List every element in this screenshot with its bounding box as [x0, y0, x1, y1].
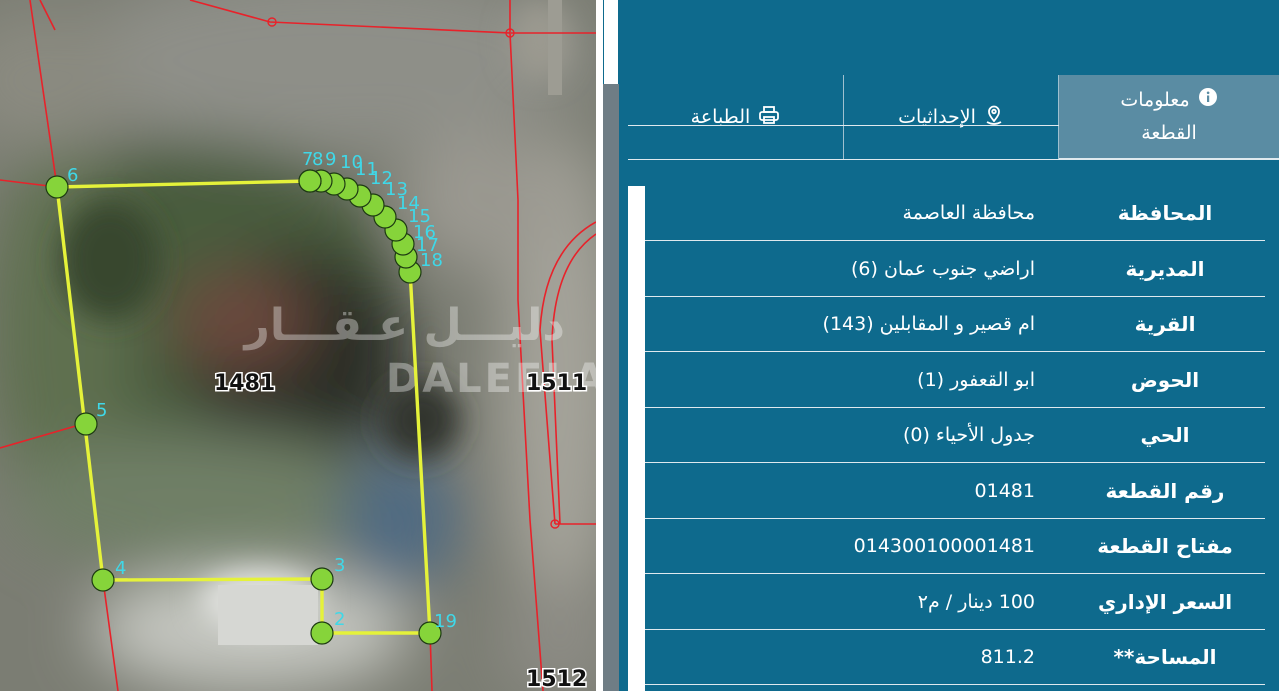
- detail-row: الحوض ابو القعفور (1): [645, 353, 1265, 408]
- tabs-bottom-line: [628, 159, 1279, 160]
- detail-value: ام قصير و المقابلين (143): [822, 313, 1035, 335]
- vertex-label: 2: [334, 609, 345, 630]
- vertex-marker[interactable]: [310, 621, 334, 645]
- detail-row: القرية ام قصير و المقابلين (143): [645, 297, 1265, 352]
- detail-key: المحافظة: [1117, 201, 1213, 225]
- detail-value: جدول الأحياء (0): [902, 424, 1035, 446]
- vertex-label: 7: [302, 149, 313, 170]
- vertex-label: 6: [67, 165, 78, 186]
- vertex-marker[interactable]: [91, 568, 115, 592]
- detail-value: 811.2: [980, 646, 1035, 668]
- detail-key: المساحة**: [1113, 645, 1217, 669]
- svg-text:دليـــل عـقـــار: دليـــل عـقـــار: [242, 300, 565, 351]
- map-panel-divider: [596, 0, 603, 691]
- tab-line-coords: [843, 125, 1059, 126]
- outer-scrollbar-track[interactable]: [603, 84, 619, 691]
- parcel-1481-label: 1481: [214, 371, 275, 396]
- parcel-1511-label: 1511: [526, 371, 587, 396]
- outer-scrollbar-thumb[interactable]: [604, 0, 618, 84]
- detail-value: 01481: [974, 479, 1035, 502]
- detail-row: المديرية اراضي جنوب عمان (6): [645, 242, 1265, 297]
- tab-parcel-info[interactable]: معلومات القطعة: [1059, 75, 1279, 159]
- parcel-1512-label: 1512: [526, 667, 587, 691]
- wall-strip: [548, 0, 562, 95]
- detail-key: الحي: [1140, 423, 1190, 447]
- detail-value: 100 دينار / م٢: [917, 590, 1035, 613]
- detail-row: رقم القطعة 01481: [645, 464, 1265, 519]
- detail-value: اراضي جنوب عمان (6): [851, 257, 1035, 280]
- detail-key: الحوض: [1130, 367, 1200, 392]
- details-scrollbar[interactable]: [628, 186, 645, 691]
- vertex-label: 19: [434, 611, 457, 632]
- satellite-map[interactable]: دليـــل عـقـــار DALEELAQAR 654321918171…: [0, 0, 596, 691]
- detail-key: القرية: [1134, 312, 1196, 336]
- vertex-label: 9: [325, 149, 336, 170]
- vertex-label: 10: [340, 152, 363, 173]
- map-pin-icon: [984, 104, 1004, 131]
- tab-coordinates[interactable]: الإحداثيات: [843, 75, 1059, 159]
- rooftop: [218, 585, 318, 645]
- detail-row: السعر الإداري 100 دينار / م٢: [645, 575, 1265, 630]
- detail-row: مفتاح القطعة 014300100001481: [645, 519, 1265, 574]
- parcel-info-panel: معلومات القطعة الإحداثيات الطباعة المحاف…: [619, 0, 1279, 691]
- detail-value: ابو القعفور (1): [917, 368, 1035, 391]
- tab-line-print: [628, 125, 843, 126]
- vertex-marker[interactable]: [298, 169, 322, 193]
- vertex-label: 5: [96, 400, 107, 421]
- detail-value: 014300100001481: [853, 535, 1035, 557]
- vertex-label: 3: [334, 555, 345, 576]
- vertex-label: 8: [312, 149, 323, 170]
- detail-row: الحي جدول الأحياء (0): [645, 408, 1265, 463]
- detail-key: مفتاح القطعة: [1097, 534, 1233, 558]
- vertex-label: 4: [115, 558, 126, 579]
- detail-key: رقم القطعة: [1105, 478, 1225, 503]
- vertex-marker[interactable]: [310, 567, 334, 591]
- detail-row: المحافظة محافظة العاصمة: [645, 186, 1265, 241]
- info-circle-icon: [1198, 85, 1218, 117]
- map-canvas[interactable]: دليـــل عـقـــار DALEELAQAR 654321918171…: [0, 0, 596, 691]
- detail-row: المساحة** 811.2: [645, 630, 1265, 685]
- outer-scrollbar[interactable]: [603, 0, 619, 691]
- tab-print[interactable]: الطباعة: [628, 75, 843, 159]
- detail-key: السعر الإداري: [1097, 589, 1233, 614]
- vertex-marker[interactable]: [45, 175, 69, 199]
- vertex-marker[interactable]: [74, 412, 98, 436]
- detail-key: المديرية: [1125, 256, 1205, 281]
- detail-value: محافظة العاصمة: [902, 202, 1035, 224]
